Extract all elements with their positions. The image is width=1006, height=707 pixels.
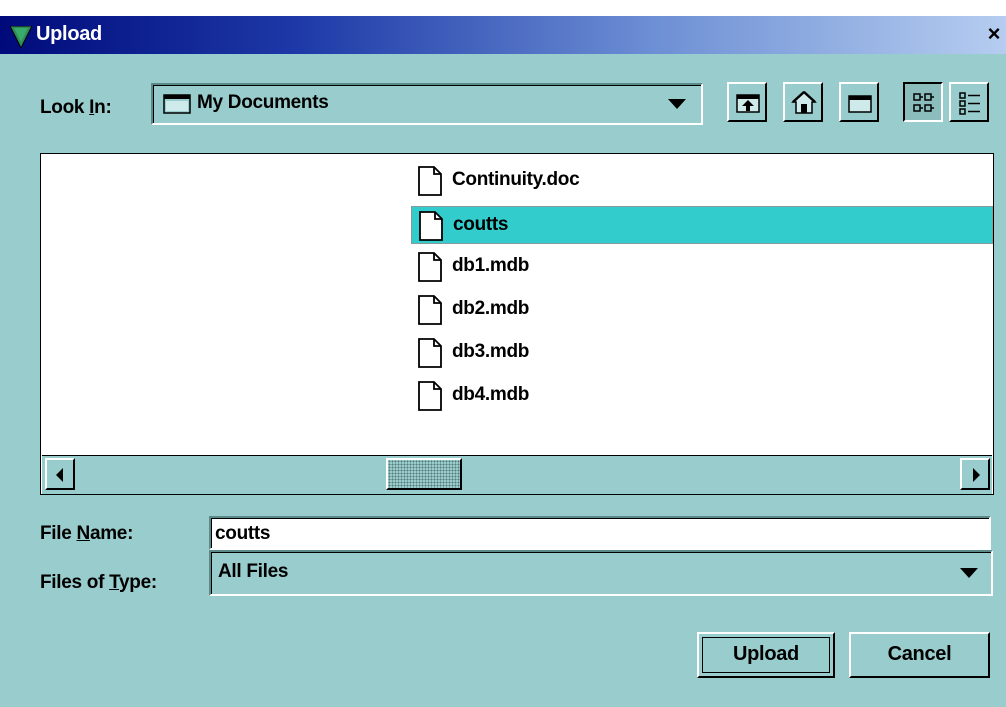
file-icon (418, 252, 442, 282)
file-name: coutts (453, 214, 509, 235)
list-view-icon (913, 93, 934, 112)
new-folder-button[interactable] (839, 82, 879, 122)
details-view-icon (959, 92, 980, 115)
file-icon (418, 381, 442, 411)
title-bar[interactable]: Upload × (0, 16, 1006, 54)
cancel-button[interactable]: Cancel (849, 632, 990, 678)
list-item-selected[interactable]: coutts (411, 206, 993, 244)
close-button[interactable]: × (982, 23, 1006, 47)
home-icon (791, 90, 817, 114)
new-folder-icon (848, 95, 872, 113)
folder-icon (163, 94, 191, 114)
scrollbar-thumb[interactable] (386, 458, 462, 490)
arrow-left-icon (56, 468, 63, 482)
list-item[interactable]: db3.mdb (411, 334, 993, 372)
look-in-label: Look In: (40, 97, 112, 118)
arrow-right-icon (973, 468, 980, 482)
file-icon (418, 295, 442, 325)
file-name: Continuity.doc (452, 169, 580, 190)
file-name: db3.mdb (452, 341, 530, 362)
scroll-left-button[interactable] (45, 458, 75, 490)
details-view-button[interactable] (949, 82, 989, 122)
file-icon (418, 338, 442, 368)
file-name-input[interactable]: coutts (209, 516, 991, 550)
look-in-value: My Documents (197, 92, 329, 113)
scroll-right-button[interactable] (960, 458, 990, 490)
file-name-label: File Name: (40, 523, 134, 544)
file-name: db1.mdb (452, 255, 530, 276)
list-item[interactable]: db4.mdb (411, 377, 993, 415)
upload-button[interactable]: Upload (697, 632, 835, 678)
list-item[interactable]: db1.mdb (411, 248, 993, 286)
look-in-dropdown[interactable]: My Documents (151, 83, 703, 125)
file-type-value: All Files (218, 561, 289, 582)
app-logo-icon (10, 26, 32, 48)
file-name-input-value: coutts (215, 523, 271, 544)
horizontal-scrollbar[interactable] (42, 455, 992, 494)
file-list[interactable]: Continuity.doc coutts db1.mdb db2.mdb db… (40, 153, 994, 495)
window-title: Upload (36, 23, 102, 45)
up-one-level-button[interactable] (727, 82, 767, 122)
file-icon (419, 211, 443, 241)
file-icon (418, 166, 442, 196)
up-folder-icon (736, 94, 760, 113)
file-name: db4.mdb (452, 384, 530, 405)
upload-dialog: Upload × Look In: My Documents Continuit… (0, 16, 1006, 707)
chevron-down-icon (960, 568, 978, 578)
home-button[interactable] (783, 82, 823, 122)
chevron-down-icon (668, 99, 686, 109)
file-type-label: Files of Type: (40, 572, 157, 593)
file-name: db2.mdb (452, 298, 530, 319)
list-item[interactable]: db2.mdb (411, 291, 993, 329)
list-view-button[interactable] (903, 82, 943, 122)
list-item[interactable]: Continuity.doc (411, 162, 993, 200)
file-type-dropdown[interactable]: All Files (209, 550, 993, 596)
